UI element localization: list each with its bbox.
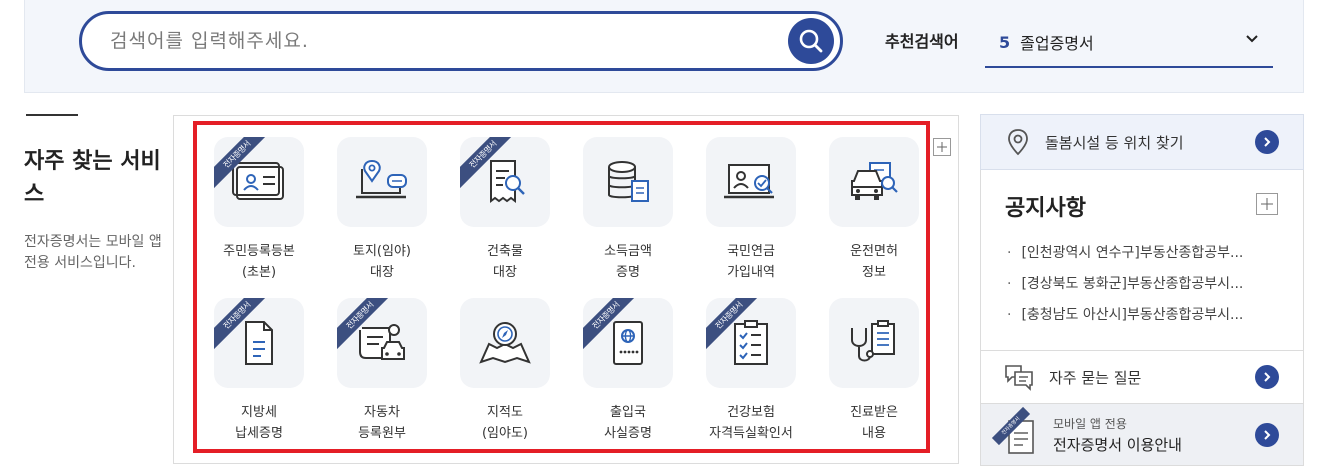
service-label-line1: 국민연금 — [727, 244, 775, 259]
service-label-line1: 지방세 — [241, 405, 277, 420]
service-label-line2: 등록원부 — [358, 426, 406, 441]
notice-more-button[interactable] — [1256, 193, 1278, 215]
car-license-icon — [851, 162, 898, 200]
notice-item[interactable]: [경상북도 봉화군]부동산종합공부시... — [1007, 269, 1287, 300]
service-label-line2: 내용 — [862, 426, 886, 441]
service-health-insurance[interactable]: 전자증명서 건강보험 자격득실확인서 — [691, 298, 811, 448]
service-label-line1: 지적도 — [487, 405, 523, 420]
map-pin-icon — [1008, 129, 1028, 156]
service-resident-registration[interactable]: 전자증명서 주민등록등본 (초본) — [199, 137, 319, 287]
recommend-select[interactable]: 5 졸업증명서 — [985, 18, 1273, 68]
service-label-line1: 건강보험 — [727, 405, 775, 420]
service-label-line1: 자동차 — [364, 405, 400, 420]
search-icon — [799, 29, 823, 53]
document-search-icon — [490, 160, 525, 203]
service-label-line1: 소득금액 — [604, 244, 652, 259]
search-input[interactable] — [110, 26, 750, 56]
services-more-button[interactable] — [933, 138, 951, 156]
chevron-right-icon — [1255, 130, 1279, 154]
service-label-line2: 납세증명 — [235, 426, 283, 441]
plus-icon — [937, 142, 947, 152]
land-map-laptop-icon — [356, 159, 407, 199]
service-label-line2: 가입내역 — [727, 265, 775, 280]
checklist-icon — [734, 320, 768, 365]
section-divider — [26, 114, 78, 116]
service-label-line2: 정보 — [862, 265, 886, 280]
chevron-right-icon — [1255, 365, 1279, 389]
car-registry-icon — [359, 324, 405, 360]
notice-item[interactable]: [인천광역시 연수구]부동산종합공부... — [1007, 238, 1287, 269]
service-label-line1: 토지(임야) — [353, 244, 411, 259]
faq-label: 자주 묻는 질문 — [1049, 368, 1142, 387]
service-driver-license[interactable]: 운전면허정보 — [814, 137, 934, 287]
service-label-line2: 대장 — [493, 265, 517, 280]
service-label-line1: 운전면허 — [850, 244, 898, 259]
chevron-right-icon — [1255, 422, 1279, 447]
service-label-line2: (초본) — [241, 265, 277, 280]
section-title: 자주 찾는 서비스 — [24, 149, 161, 207]
laptop-person-icon — [724, 164, 774, 199]
notice-item[interactable]: [충청남도 아산시]부동산종합공부시... — [1007, 300, 1287, 331]
service-label-line1: 진료받은 — [850, 405, 898, 420]
service-medical-records[interactable]: 진료받은내용 — [814, 298, 934, 448]
service-label-line2: 증명 — [616, 265, 640, 280]
service-local-tax[interactable]: 전자증명서 지방세 납세증명 — [199, 298, 319, 448]
map-compass-icon — [479, 322, 531, 364]
document-icon — [245, 321, 273, 365]
mobile-app-title: 전자증명서 이용안내 — [1053, 435, 1182, 454]
chat-bubbles-icon — [1005, 365, 1033, 391]
plus-icon — [1261, 198, 1273, 210]
service-building-register[interactable]: 전자증명서 건축물 대장 — [445, 137, 565, 287]
recommend-rank: 5 — [999, 32, 1011, 52]
recommend-keyword: 졸업증명서 — [1020, 34, 1094, 53]
location-finder-label: 돌봄시설 등 위치 찾기 — [1045, 133, 1184, 152]
search-box — [79, 11, 843, 71]
service-label-line2: 자격득실확인서 — [709, 426, 793, 441]
mobile-app-caption: 모바일 앱 전용 — [1053, 416, 1127, 431]
search-band: 추천검색어 5 졸업증명서 — [24, 0, 1304, 93]
section-description: 전자증명서는 모바일 앱 전용 서비스입니다. — [24, 234, 162, 271]
service-label-line1: 주민등록등본 — [223, 244, 295, 259]
service-income-certificate[interactable]: 소득금액증명 — [568, 137, 688, 287]
id-card-icon — [232, 162, 284, 200]
stethoscope-icon — [851, 320, 895, 362]
chevron-down-icon — [1246, 35, 1258, 43]
service-label-line1: 출입국 — [610, 405, 646, 420]
service-land-register[interactable]: 토지(임야) 대장 — [322, 137, 442, 287]
service-label-line2: 대장 — [370, 265, 394, 280]
service-national-pension[interactable]: 국민연금가입내역 — [691, 137, 811, 287]
recommend-label: 추천검색어 — [885, 32, 959, 51]
faq-link[interactable]: 자주 묻는 질문 — [980, 350, 1304, 404]
location-finder-link[interactable]: 돌봄시설 등 위치 찾기 — [980, 114, 1304, 170]
notice-list: [인천광역시 연수구]부동산종합공부... [경상북도 봉화군]부동산종합공부시… — [1007, 238, 1287, 331]
service-vehicle-registry[interactable]: 전자증명서 자동차 등록원부 — [322, 298, 442, 448]
notice-title: 공지사항 — [1005, 196, 1086, 221]
service-immigration-record[interactable]: 전자증명서 출입국 사실증명 — [568, 298, 688, 448]
passport-icon — [613, 321, 643, 365]
search-button[interactable] — [788, 18, 834, 64]
service-label-line1: 건축물 — [487, 244, 523, 259]
service-label-line2: (임야도) — [481, 426, 529, 441]
service-label-line2: 사실증명 — [604, 426, 652, 441]
coin-stack-icon — [608, 161, 649, 202]
mobile-app-guide-link[interactable]: 전자증명서 모바일 앱 전용 전자증명서 이용안내 — [980, 404, 1304, 466]
service-cadastral-map[interactable]: 지적도 (임야도) — [445, 298, 565, 448]
